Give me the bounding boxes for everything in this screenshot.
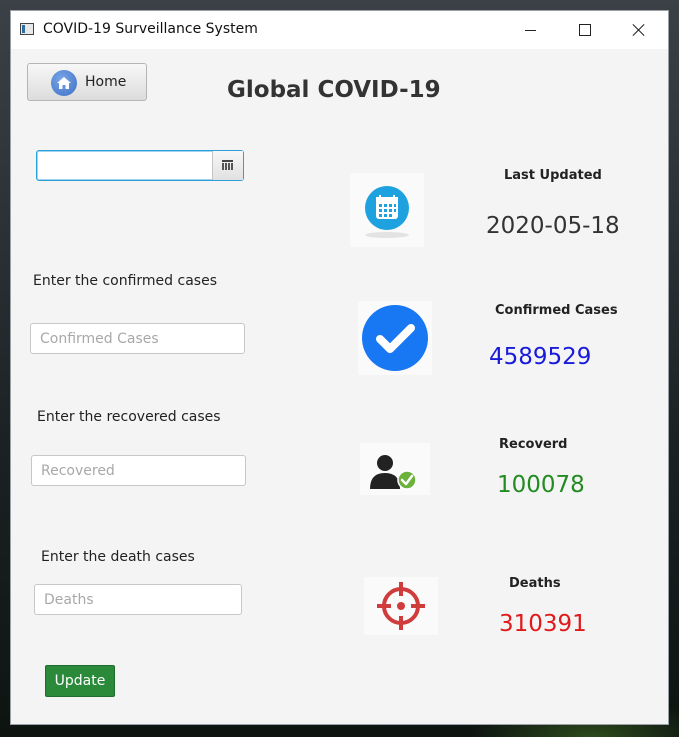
death-cases-input[interactable] <box>34 584 242 615</box>
recovered-stat-value: 100078 <box>497 472 585 498</box>
home-icon <box>51 70 77 96</box>
update-button[interactable]: Update <box>45 665 115 697</box>
deaths-label: Enter the death cases <box>41 549 195 565</box>
crosshair-icon <box>364 577 438 635</box>
close-icon <box>632 23 646 37</box>
confirmed-cases-label: Confirmed Cases <box>495 303 618 318</box>
app-icon <box>20 23 34 35</box>
close-button[interactable] <box>616 11 662 49</box>
maximize-button[interactable] <box>562 11 608 49</box>
calendar-icon <box>350 173 424 247</box>
recovered-stat-label: Recoverd <box>499 437 568 452</box>
last-updated-value: 2020-05-18 <box>486 213 620 239</box>
person-check-icon <box>360 443 430 495</box>
calendar-grid-icon <box>222 160 233 170</box>
deaths-stat-label: Deaths <box>509 576 561 591</box>
minimize-button[interactable] <box>508 11 554 49</box>
title-bar[interactable]: COVID-19 Surveillance System <box>11 11 668 49</box>
home-button-label: Home <box>85 74 127 90</box>
check-circle-icon <box>358 301 432 375</box>
window-title: COVID-19 Surveillance System <box>43 21 258 37</box>
date-picker-button[interactable] <box>212 151 243 180</box>
recovered-cases-input[interactable] <box>31 455 246 486</box>
recovered-label: Enter the recovered cases <box>37 409 221 425</box>
app-window: COVID-19 Surveillance System Home Global… <box>10 10 669 725</box>
page-title: Global COVID-19 <box>227 77 441 103</box>
confirmed-label: Enter the confirmed cases <box>33 273 217 289</box>
minimize-icon <box>525 30 536 31</box>
maximize-icon <box>579 24 591 36</box>
date-picker[interactable] <box>36 150 244 181</box>
confirmed-cases-value: 4589529 <box>489 344 592 370</box>
last-updated-label: Last Updated <box>504 168 602 183</box>
deaths-stat-value: 310391 <box>499 611 587 637</box>
home-button[interactable]: Home <box>27 63 147 101</box>
confirmed-cases-input[interactable] <box>30 323 245 354</box>
